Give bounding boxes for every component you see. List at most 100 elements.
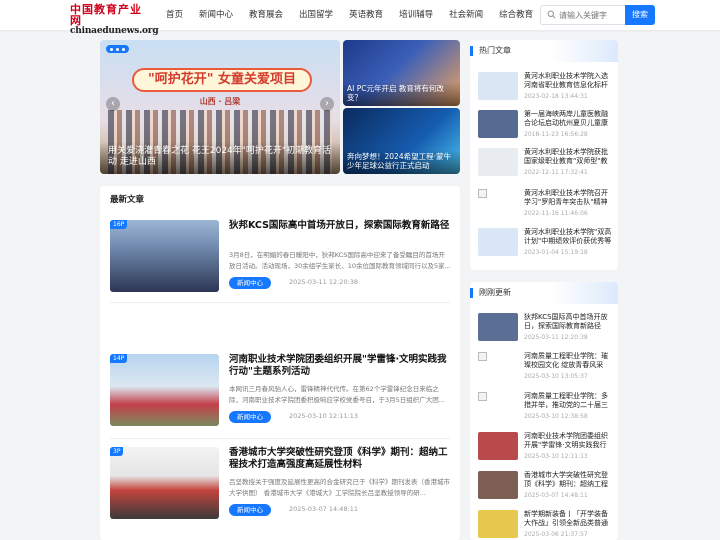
photo-count-badge: 3P: [110, 447, 124, 456]
panel-accent-bar: [470, 288, 473, 298]
search-input[interactable]: [559, 8, 623, 22]
carousel-banner-text: "呵护花开" 女童关爱项目: [132, 68, 312, 92]
recent-article-item[interactable]: 河南职业技术学院团委组织开展"学雷锋·文明实践我行动" 2025-03-10 1…: [478, 432, 612, 468]
carousel-prev-button[interactable]: ‹: [106, 97, 120, 111]
article-date: 2025-03-07 14:48:11: [289, 505, 359, 513]
hot-article-thumbnail[interactable]: [478, 148, 518, 176]
recent-article-title[interactable]: 狄邦KCS国际高中首场开放日，探索国际教育新路径: [524, 313, 614, 331]
hot-article-title[interactable]: 黄河水利职业技术学院入选河南省职业教育信息化标杆学校: [524, 72, 614, 90]
hot-article-item[interactable]: 黄河水利职业技术学院"双高计划"中期绩效评价获优秀等级 2023-01-04 1…: [478, 228, 612, 264]
recent-article-item[interactable]: 香港城市大学突破性研究登顶《科学》期刊：超纳工程技术 2025-03-07 14…: [478, 471, 612, 507]
nav-item-general[interactable]: 综合教育: [491, 0, 541, 30]
recent-updates-panel: 刚刚更新 狄邦KCS国际高中首场开放日，探索国际教育新路径 2025-03-11…: [470, 282, 618, 540]
panel-header: 热门文章: [470, 40, 618, 62]
recent-article-date: 2025-03-10 13:05:37: [524, 373, 588, 380]
category-badge[interactable]: 新闻中心: [229, 504, 271, 516]
hot-article-item[interactable]: 黄河水利职业技术学院获批国家级职业教育"双师型"教师培训基地 2022-12-1…: [478, 148, 612, 184]
article-thumbnail[interactable]: 3P: [110, 447, 219, 519]
recent-article-thumbnail[interactable]: [478, 510, 518, 538]
hot-article-item[interactable]: 第一届海峡两岸儿童医教融合论坛启动杭州夏贝儿童康复中心 2018-11-23 1…: [478, 110, 612, 146]
recent-article-title[interactable]: 河南质量工程职业学院：多措并举，推动党的二十届三中全会精神: [524, 392, 614, 410]
hot-article-thumbnail[interactable]: [478, 72, 518, 100]
photo-count-badge: 14P: [110, 354, 128, 363]
search-button[interactable]: 搜索: [625, 5, 655, 25]
nav-item-training[interactable]: 培训辅导: [391, 0, 441, 30]
hot-article-title[interactable]: 黄河水利职业技术学院召开学习"罗阳青年突击队"精神座谈会: [524, 189, 614, 207]
hot-article-thumbnail[interactable]: [478, 110, 518, 138]
divider: [110, 438, 450, 439]
carousel-next-button[interactable]: ›: [320, 97, 334, 111]
article-summary: 吕坚教授关于强度及延展性更高的合金研究已于《科学》期刊发表（香港城市大学供图） …: [229, 478, 450, 497]
divider: [110, 302, 450, 303]
recent-article-date: 2025-03-07 14:48:11: [524, 492, 588, 499]
search-box: [540, 5, 626, 25]
article-title[interactable]: 香港城市大学突破性研究登顶《科学》期刊：超纳工程技术打造高强度高延展性材料: [229, 447, 451, 471]
article-item[interactable]: 14P 河南职业技术学院团委组织开展"学雷锋·文明实践我行动"主题系列活动 本网…: [110, 354, 450, 428]
panel-header: 刚刚更新: [470, 282, 618, 304]
featured-tile-football[interactable]: 奔向梦想！2024希望工程·蒙牛少年足球公益行正式启动: [343, 108, 460, 174]
featured-tile-ai-pc[interactable]: AI PC元年开启 教育将有何改变？: [343, 40, 460, 106]
logo-chinese: 中国教育产业网: [70, 3, 142, 27]
recent-article-item[interactable]: 河南质量工程职业学院：多措并举，推动党的二十届三中全会精神 2025-03-10…: [478, 392, 612, 428]
hot-article-title[interactable]: 第一届海峡两岸儿童医教融合论坛启动杭州夏贝儿童康复中心: [524, 110, 614, 128]
category-badge[interactable]: 新闻中心: [229, 411, 271, 423]
carousel-indicator[interactable]: [106, 45, 129, 53]
recent-article-title[interactable]: 河南质量工程职业学院：璀璨校园文化 绽放青春风采: [524, 352, 614, 370]
hot-article-item[interactable]: 黄河水利职业技术学院召开学习"罗阳青年突击队"精神座谈会 2022-11-16 …: [478, 189, 612, 225]
panel-title: 热门文章: [479, 46, 511, 55]
recent-article-date: 2025-03-10 12:38:58: [524, 413, 588, 420]
recent-article-thumbnail[interactable]: [478, 313, 518, 341]
latest-articles-section: 最新文章 16P 狄邦KCS国际高中首场开放日，探索国际教育新路径 3月8日，在…: [100, 186, 460, 540]
recent-article-date: 2025-03-10 12:11:13: [524, 453, 588, 460]
article-item[interactable]: 3P 香港城市大学突破性研究登顶《科学》期刊：超纳工程技术打造高强度高延展性材料…: [110, 447, 450, 521]
nav-item-study-abroad[interactable]: 出国留学: [291, 0, 341, 30]
logo-english: chinaedunews.org: [70, 26, 159, 36]
hot-article-title[interactable]: 黄河水利职业技术学院获批国家级职业教育"双师型"教师培训基地: [524, 148, 614, 166]
site-logo[interactable]: 中国教育产业网 chinaedunews.org: [70, 3, 159, 36]
article-title[interactable]: 河南职业技术学院团委组织开展"学雷锋·文明实践我行动"主题系列活动: [229, 354, 451, 378]
site-header: 中国教育产业网 chinaedunews.org 首页 新闻中心 教育展会 出国…: [0, 0, 720, 36]
hot-article-date: 2023-01-04 15:19:18: [524, 249, 588, 256]
recent-article-date: 2025-03-11 12:20:38: [524, 334, 588, 341]
nav-item-home[interactable]: 首页: [158, 0, 191, 30]
article-item[interactable]: 16P 狄邦KCS国际高中首场开放日，探索国际教育新路径 3月8日，在明媚的春日…: [110, 220, 451, 294]
photo-count-badge: 16P: [110, 220, 128, 229]
panel-title: 刚刚更新: [479, 288, 511, 297]
article-title[interactable]: 狄邦KCS国际高中首场开放日，探索国际教育新路径: [229, 220, 451, 232]
article-date: 2025-03-11 12:20:38: [289, 278, 359, 286]
recent-article-title[interactable]: 香港城市大学突破性研究登顶《科学》期刊：超纳工程技术: [524, 471, 614, 489]
hot-article-date: 2022-12-11 17:32:41: [524, 169, 588, 176]
panel-accent-bar: [470, 46, 473, 56]
hot-article-thumbnail[interactable]: [478, 189, 518, 217]
category-badge[interactable]: 新闻中心: [229, 277, 271, 289]
search-icon: [547, 10, 556, 19]
recent-article-thumbnail[interactable]: [478, 392, 518, 420]
recent-article-item[interactable]: 狄邦KCS国际高中首场开放日，探索国际教育新路径 2025-03-11 12:2…: [478, 313, 612, 349]
main-nav: 首页 新闻中心 教育展会 出国留学 英语教育 培训辅导 社会新闻 综合教育: [158, 0, 541, 30]
section-title: 最新文章: [110, 195, 145, 205]
article-date: 2025-03-10 12:11:13: [289, 412, 359, 420]
hot-article-date: 2018-11-23 16:56:28: [524, 131, 588, 138]
nav-item-english[interactable]: 英语教育: [341, 0, 391, 30]
recent-article-thumbnail[interactable]: [478, 352, 518, 380]
recent-article-date: 2025-03-06 21:37:57: [524, 531, 588, 538]
recent-article-title[interactable]: 新学期新装备丨「开学装备大作战」引领全新品类普通: [524, 510, 614, 528]
nav-item-expo[interactable]: 教育展会: [241, 0, 291, 30]
article-thumbnail[interactable]: 16P: [110, 220, 219, 292]
hot-article-item[interactable]: 黄河水利职业技术学院入选河南省职业教育信息化标杆学校 2023-02-18 13…: [478, 72, 612, 108]
featured-carousel[interactable]: "呵护花开" 女童关爱项目 山西 · 吕梁 ‹ › 用关爱浇灌青春之花 花王20…: [100, 40, 340, 174]
hot-article-thumbnail[interactable]: [478, 228, 518, 256]
nav-item-society[interactable]: 社会新闻: [441, 0, 491, 30]
carousel-caption[interactable]: 用关爱浇灌青春之花 花王2024年"呵护花开"初潮教育活动 走进山西: [100, 142, 340, 174]
article-summary: 本网讯三月春风骀人心，雷锋精神代代传。在第62个学雷锋纪念日来临之际，河南职业技…: [229, 385, 445, 404]
article-thumbnail[interactable]: 14P: [110, 354, 219, 426]
recent-article-item[interactable]: 新学期新装备丨「开学装备大作战」引领全新品类普通 2025-03-06 21:3…: [478, 510, 612, 540]
recent-article-thumbnail[interactable]: [478, 471, 518, 499]
hot-articles-panel: 热门文章 黄河水利职业技术学院入选河南省职业教育信息化标杆学校 2023-02-…: [470, 40, 618, 270]
recent-article-title[interactable]: 河南职业技术学院团委组织开展"学雷锋·文明实践我行动": [524, 432, 614, 450]
nav-item-news[interactable]: 新闻中心: [191, 0, 241, 30]
recent-article-thumbnail[interactable]: [478, 432, 518, 460]
hot-article-title[interactable]: 黄河水利职业技术学院"双高计划"中期绩效评价获优秀等级: [524, 228, 614, 246]
hot-article-date: 2023-02-18 13:44:31: [524, 93, 588, 100]
recent-article-item[interactable]: 河南质量工程职业学院：璀璨校园文化 绽放青春风采 2025-03-10 13:0…: [478, 352, 612, 388]
